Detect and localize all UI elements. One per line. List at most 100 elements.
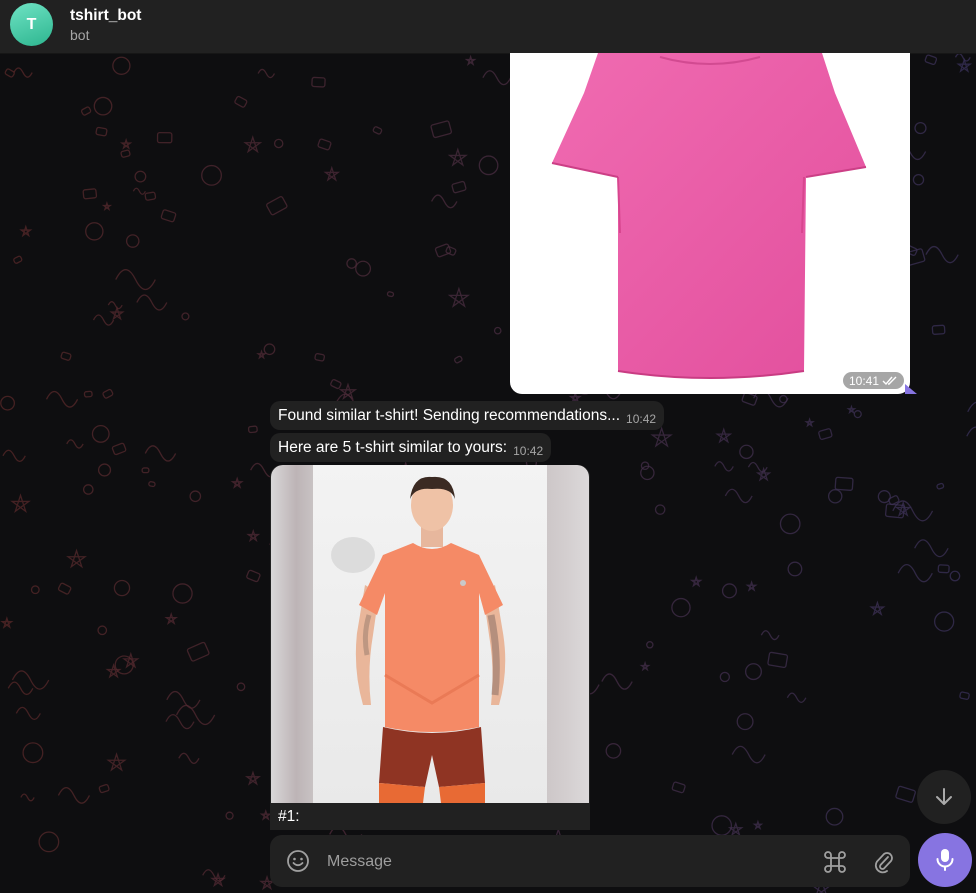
wallpaper-doodle <box>57 582 72 595</box>
wallpaper-doodle <box>186 641 210 662</box>
wallpaper-doodle <box>430 120 453 139</box>
wallpaper-doodle <box>10 493 31 514</box>
wallpaper-doodle <box>109 305 125 321</box>
wallpaper-doodle <box>236 682 246 692</box>
incoming-message[interactable]: Here are 5 t-shirt similar to yours: 10:… <box>270 433 552 462</box>
message-input[interactable] <box>325 835 799 889</box>
recommendation-photo-message[interactable]: #1: <box>270 465 590 830</box>
wallpaper-doodle <box>244 770 261 786</box>
photo-caption: #1: <box>278 808 300 825</box>
wallpaper-doodle <box>19 224 33 238</box>
wallpaper-doodle <box>967 401 976 413</box>
wallpaper-doodle <box>897 564 933 583</box>
wallpaper-doodle <box>464 54 477 66</box>
wallpaper-doodle <box>937 564 950 574</box>
wallpaper-doodle <box>13 67 33 78</box>
wallpaper-doodle <box>719 671 731 683</box>
wallpaper-doodle <box>386 291 395 298</box>
wallpaper-doodle <box>246 569 261 583</box>
wallpaper-doodle <box>914 539 949 558</box>
wallpaper-doodle <box>107 301 123 310</box>
incoming-message[interactable]: Found similar t-shirt! Sending recommend… <box>270 401 665 430</box>
wallpaper-doodle <box>189 490 202 503</box>
wallpaper-doodle <box>912 173 925 186</box>
wallpaper-doodle <box>57 787 91 804</box>
wallpaper-doodle <box>148 481 156 488</box>
wallpaper-doodle <box>181 312 190 321</box>
wallpaper-doodle <box>82 188 98 200</box>
wallpaper-doodle <box>144 191 157 201</box>
wallpaper-doodle <box>175 704 216 726</box>
wallpaper-doodle <box>724 488 753 504</box>
microphone-button[interactable] <box>918 833 972 887</box>
recommendation-image[interactable] <box>271 465 589 803</box>
wallpaper-doodle <box>924 54 938 66</box>
chat-header[interactable]: T tshirt_bot bot <box>0 0 976 54</box>
wallpaper-doodle <box>739 444 754 460</box>
bubble-tail <box>905 384 917 394</box>
wallpaper-doodle <box>93 96 113 116</box>
wallpaper-doodle <box>134 170 147 183</box>
wallpaper-doodle <box>825 807 844 826</box>
wallpaper-doodle <box>760 630 780 641</box>
wallpaper-doodle <box>731 745 766 764</box>
wallpaper-doodle <box>747 461 768 473</box>
wallpaper-doodle <box>0 395 16 411</box>
wallpaper-doodle <box>111 442 127 456</box>
wallpaper-doodle <box>83 390 93 398</box>
wallpaper-doodle <box>38 831 60 853</box>
wallpaper-doodle <box>787 561 803 577</box>
wallpaper-doodle <box>372 126 383 135</box>
wallpaper-doodle <box>834 476 854 491</box>
wallpaper-doodle <box>0 616 14 629</box>
wallpaper-doodle <box>2 449 26 463</box>
avatar[interactable]: T <box>10 3 53 46</box>
wallpaper-doodle <box>478 155 499 176</box>
wallpaper-doodle <box>45 390 79 408</box>
scroll-to-bottom-button[interactable] <box>917 770 971 824</box>
wallpaper-doodle <box>846 404 857 415</box>
wallpaper-doodle <box>650 426 673 448</box>
wallpaper-doodle <box>323 165 341 182</box>
chat-subtitle: bot <box>70 27 90 43</box>
wallpaper-doodle <box>22 742 44 764</box>
wallpaper-doodle <box>931 324 946 335</box>
wallpaper-doodle <box>752 819 764 830</box>
wallpaper-doodle <box>671 781 686 794</box>
wallpaper-doodle <box>257 68 276 79</box>
wallpaper-doodle <box>605 743 622 759</box>
wallpaper-doodle <box>30 585 40 595</box>
wallpaper-doodle <box>164 612 179 625</box>
man-orange-tshirt-image <box>331 476 506 803</box>
wallpaper-doodle <box>234 95 248 108</box>
wallpaper-doodle <box>954 53 971 62</box>
wallpaper-doodle <box>119 137 133 150</box>
command-icon[interactable] <box>822 849 848 875</box>
wallpaper-doodle <box>144 445 177 462</box>
wallpaper-doodle <box>936 482 945 490</box>
outgoing-photo-message[interactable]: 10:41 <box>510 53 910 394</box>
wallpaper-doodle <box>20 793 35 802</box>
wallpaper-doodle <box>97 625 108 636</box>
chat-title[interactable]: tshirt_bot <box>70 7 141 25</box>
wallpaper-doodle <box>165 713 195 730</box>
wallpaper-doodle <box>346 258 357 269</box>
microphone-icon <box>936 849 954 871</box>
paperclip-icon[interactable] <box>872 849 896 875</box>
wallpaper-doodle <box>80 106 92 116</box>
wallpaper-doodle <box>178 752 200 765</box>
pink-tshirt-image <box>551 53 867 379</box>
arrow-down-icon <box>936 788 952 805</box>
wallpaper-doodle <box>97 463 112 477</box>
wallpaper-doodle <box>263 343 276 356</box>
wallpaper-doodle <box>869 600 886 617</box>
wallpaper-doodle <box>818 428 833 440</box>
wallpaper-doodle <box>827 489 843 504</box>
wallpaper-doodle <box>736 713 754 731</box>
wallpaper-doodle <box>273 138 284 149</box>
wallpaper-doodle <box>230 476 244 489</box>
wallpaper-doodle <box>115 269 156 291</box>
wallpaper-doodle <box>745 580 758 592</box>
wallpaper-doodle <box>113 579 131 597</box>
emoji-icon[interactable] <box>286 849 310 873</box>
